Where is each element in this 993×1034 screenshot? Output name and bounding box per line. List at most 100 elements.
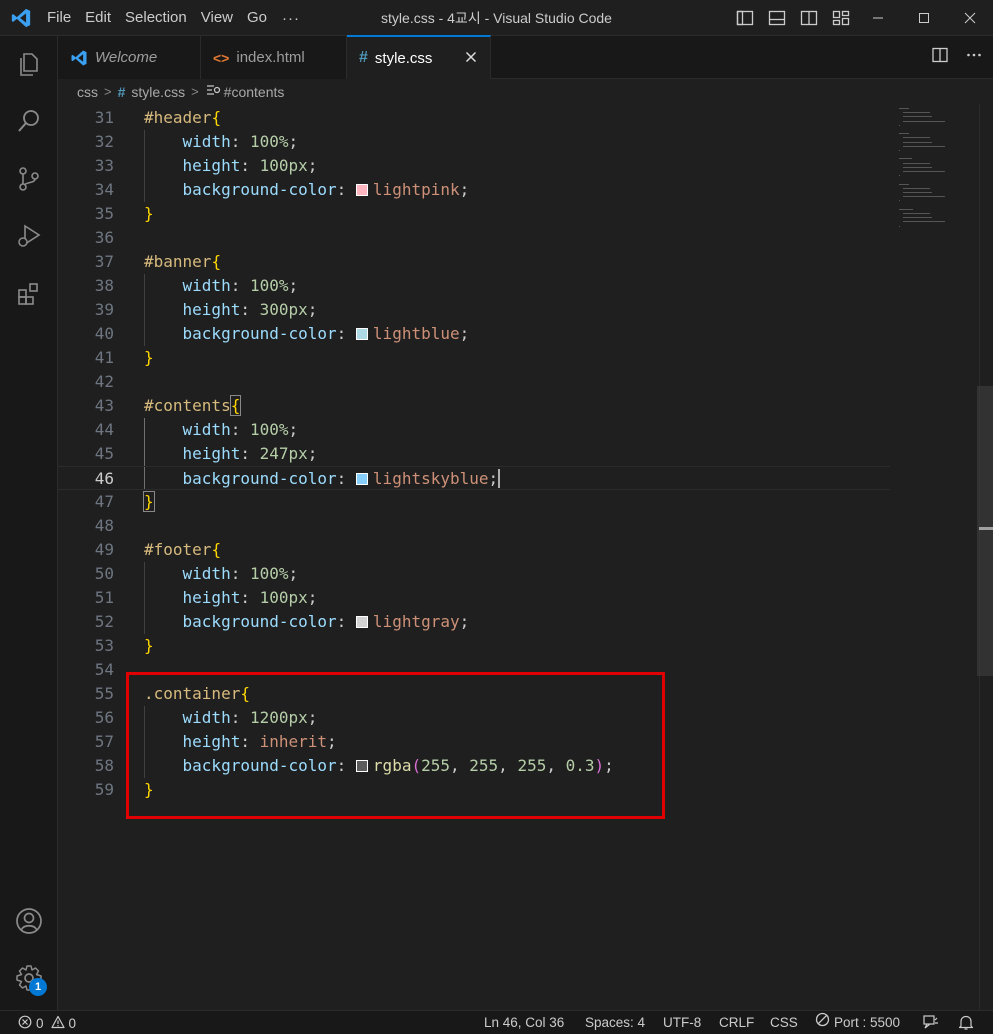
indentation[interactable]: Spaces: 4 bbox=[585, 1011, 645, 1034]
toggle-primary-sidebar-icon[interactable] bbox=[735, 8, 755, 28]
code-line[interactable]: 46 background-color: lightskyblue; bbox=[58, 466, 890, 490]
breadcrumb: css > # style.css > #contents bbox=[58, 79, 993, 104]
symbol-selector-icon bbox=[205, 83, 221, 100]
minimap[interactable] bbox=[895, 104, 979, 1010]
css-property: height bbox=[182, 156, 241, 175]
code-line[interactable]: 47} bbox=[58, 490, 890, 514]
source-control-icon[interactable] bbox=[0, 155, 58, 203]
code-editor[interactable]: 31 #header{32 width: 100%; 33 height: 100p… bbox=[58, 104, 993, 1010]
problems-indicator[interactable]: 0 0 bbox=[18, 1011, 76, 1034]
code-line[interactable]: 43 #contents{ bbox=[58, 394, 890, 418]
color-swatch[interactable] bbox=[355, 184, 368, 196]
menu-view[interactable]: View bbox=[194, 6, 240, 30]
close-window-icon[interactable] bbox=[947, 0, 993, 36]
menu-more-icon[interactable]: ··· bbox=[274, 10, 308, 27]
notifications-bell-icon[interactable] bbox=[958, 1014, 974, 1034]
line-number: 47 bbox=[94, 492, 114, 511]
cursor-position[interactable]: Ln 46, Col 36 bbox=[484, 1011, 564, 1034]
search-icon[interactable] bbox=[0, 97, 58, 145]
tab-index-html[interactable]: <> index.html bbox=[201, 36, 347, 79]
menu-file[interactable]: File bbox=[40, 6, 78, 30]
status-bar: 0 0 Ln 46, Col 36 Spaces: 4 UTF-8 CRLF C… bbox=[0, 1010, 993, 1034]
minimap-line bbox=[903, 116, 932, 118]
code-line[interactable]: 36 bbox=[58, 226, 890, 250]
feedback-icon[interactable] bbox=[922, 1014, 939, 1034]
minimap-line bbox=[903, 196, 945, 198]
minimap-line bbox=[903, 141, 932, 143]
code-text: height: 100px; bbox=[182, 156, 318, 175]
css-value: lightgray bbox=[372, 612, 460, 631]
accounts-icon[interactable] bbox=[0, 897, 58, 945]
language-mode[interactable]: CSS bbox=[770, 1011, 798, 1034]
code-line[interactable]: 40 background-color: lightblue; bbox=[58, 322, 890, 346]
tab-style-css[interactable]: # style.css bbox=[347, 35, 491, 79]
breadcrumb-file[interactable]: style.css bbox=[131, 84, 185, 100]
maximize-icon[interactable] bbox=[901, 0, 947, 36]
breadcrumb-folder[interactable]: css bbox=[77, 84, 98, 100]
breadcrumb-symbol[interactable]: #contents bbox=[224, 84, 285, 100]
settings-update-badge: 1 bbox=[29, 978, 47, 996]
line-number: 40 bbox=[94, 324, 114, 343]
code-line[interactable]: 38 width: 100%; bbox=[58, 274, 890, 298]
css-property: height bbox=[182, 444, 241, 463]
customize-layout-icon[interactable] bbox=[831, 8, 851, 28]
line-number: 45 bbox=[94, 444, 114, 463]
code-line[interactable]: 39 height: 300px; bbox=[58, 298, 890, 322]
css-number: 300px bbox=[259, 300, 308, 319]
line-number: 50 bbox=[94, 564, 114, 583]
run-debug-icon[interactable] bbox=[0, 212, 58, 260]
toggle-secondary-sidebar-icon[interactable] bbox=[799, 8, 819, 28]
code-line[interactable]: 34 background-color: lightpink; bbox=[58, 178, 890, 202]
line-number: 31 bbox=[94, 108, 114, 127]
tab-label: Welcome bbox=[95, 49, 158, 66]
menu-edit[interactable]: Edit bbox=[78, 6, 118, 30]
code-line[interactable]: 37 #banner{ bbox=[58, 250, 890, 274]
end-of-line[interactable]: CRLF bbox=[719, 1011, 754, 1034]
code-line[interactable]: 49 #footer{ bbox=[58, 538, 890, 562]
live-server-port[interactable]: Port : 5500 bbox=[815, 1011, 900, 1034]
code-line[interactable]: 53} bbox=[58, 634, 890, 658]
code-line[interactable]: 33 height: 100px; bbox=[58, 154, 890, 178]
scrollbar-thumb[interactable] bbox=[977, 386, 993, 676]
extensions-icon[interactable] bbox=[0, 270, 58, 318]
code-line[interactable]: 51 height: 100px; bbox=[58, 586, 890, 610]
manage-gear-icon[interactable] bbox=[0, 954, 58, 1002]
minimize-icon[interactable] bbox=[855, 0, 901, 36]
css-file-icon: # bbox=[359, 49, 368, 66]
code-line[interactable]: 31 #header{ bbox=[58, 106, 890, 130]
line-number: 44 bbox=[94, 420, 114, 439]
code-line[interactable]: 48 bbox=[58, 514, 890, 538]
code-line[interactable]: 52 background-color: lightgray; bbox=[58, 610, 890, 634]
minimap-line bbox=[903, 192, 932, 193]
split-editor-icon[interactable] bbox=[931, 46, 949, 69]
code-line[interactable]: 41} bbox=[58, 346, 890, 370]
encoding[interactable]: UTF-8 bbox=[663, 1011, 701, 1034]
code-text: } bbox=[144, 346, 154, 370]
css-property: background-color bbox=[182, 612, 337, 631]
more-actions-icon[interactable] bbox=[965, 46, 983, 69]
highlight-annotation-box bbox=[126, 672, 665, 819]
code-line[interactable]: 50 width: 100%; bbox=[58, 562, 890, 586]
line-number: 52 bbox=[94, 612, 114, 631]
minimap-line bbox=[903, 112, 931, 114]
menu-go[interactable]: Go bbox=[240, 6, 274, 30]
toggle-panel-icon[interactable] bbox=[767, 8, 787, 28]
line-number: 35 bbox=[94, 204, 114, 223]
close-tab-icon[interactable] bbox=[462, 48, 480, 66]
code-text: #header{ bbox=[144, 106, 221, 130]
code-line[interactable]: 32 width: 100%; bbox=[58, 130, 890, 154]
color-swatch[interactable] bbox=[355, 473, 368, 485]
code-line[interactable]: 44 width: 100%; bbox=[58, 418, 890, 442]
code-line[interactable]: 45 height: 247px; bbox=[58, 442, 890, 466]
color-swatch[interactable] bbox=[355, 616, 368, 628]
explorer-icon[interactable] bbox=[0, 40, 58, 88]
code-text: } bbox=[143, 490, 155, 514]
menu-selection[interactable]: Selection bbox=[118, 6, 194, 30]
color-swatch[interactable] bbox=[355, 328, 368, 340]
minimap-line bbox=[903, 213, 931, 214]
tab-welcome[interactable]: Welcome bbox=[58, 36, 201, 79]
line-number: 32 bbox=[94, 132, 114, 151]
code-line[interactable]: 42 bbox=[58, 370, 890, 394]
code-line[interactable]: 35} bbox=[58, 202, 890, 226]
line-number: 56 bbox=[94, 708, 114, 727]
